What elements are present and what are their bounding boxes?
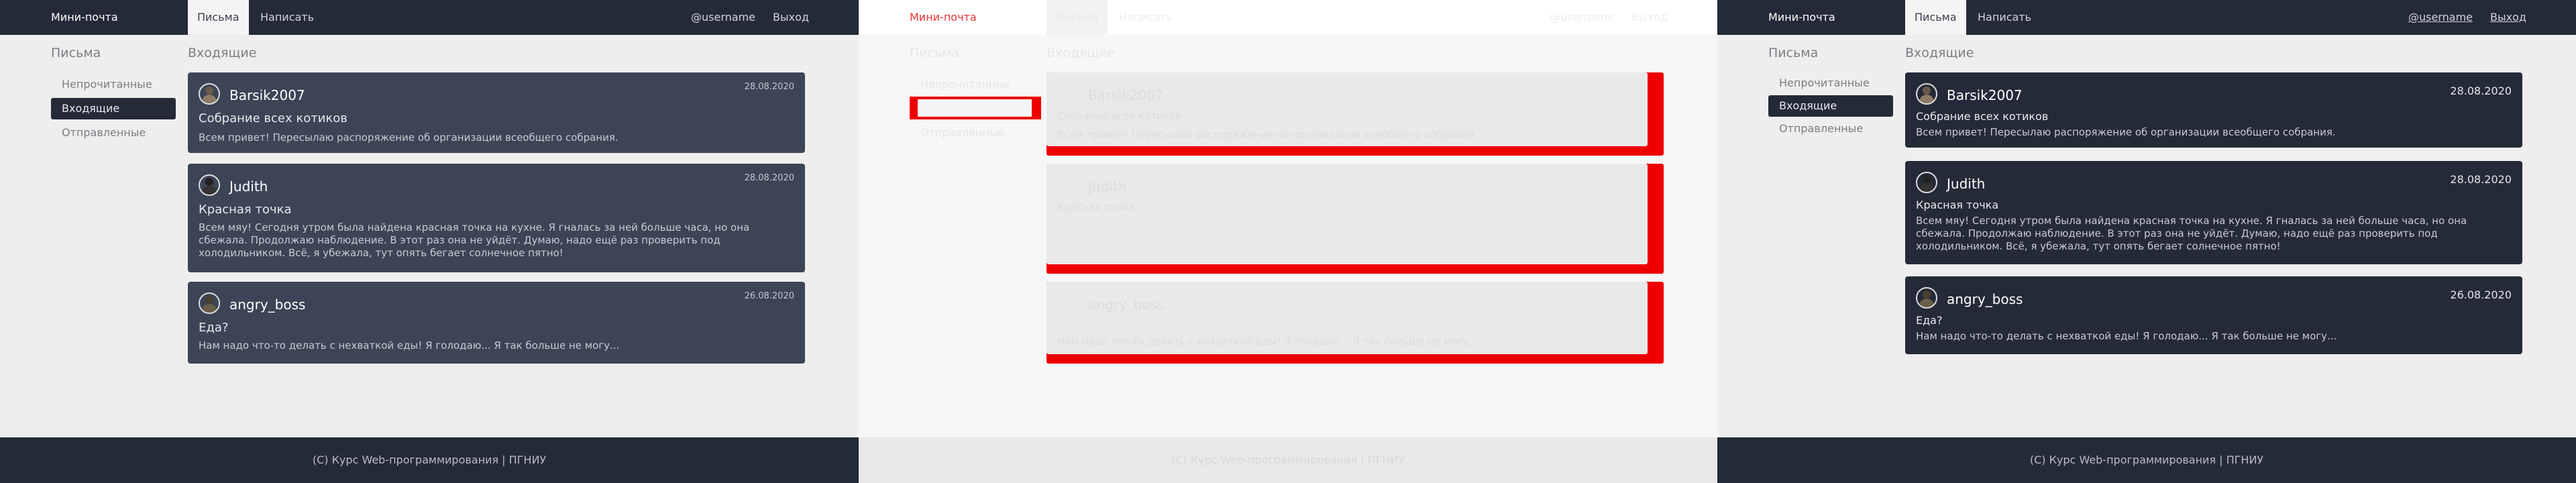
message-card[interactable]: Barsik2007 28.08.2020 Собрание всех коти… <box>1905 72 2522 148</box>
logout-link[interactable]: Выход <box>1622 0 1677 35</box>
avatar <box>1916 287 1937 309</box>
brand-logo[interactable]: Мини-почта <box>51 11 118 23</box>
sidebar-item-unread[interactable]: Непрочитанные <box>1768 72 1893 94</box>
brand-logo[interactable]: Мини-почта <box>1768 11 1835 23</box>
tab-compose[interactable]: Написать <box>1110 0 1182 35</box>
message-sender: Judith <box>1088 178 1127 195</box>
message-preview: Всем привет! Пересылаю распоряжение об о… <box>1057 129 1477 141</box>
username-link[interactable]: @username <box>1540 0 1623 35</box>
footer-text: (С) Курс Web-программирования | ПГНИУ <box>1171 453 1405 466</box>
page-title: Входящие <box>1046 46 1116 60</box>
message-preview: Нам надо что-то делать с нехваткой еды! … <box>199 339 620 352</box>
sidebar-item-inbox[interactable]: Входящие <box>51 98 176 119</box>
message-preview: Всем привет! Пересылаю распоряжение об о… <box>1916 126 2336 138</box>
sidebar-title: Письма <box>1768 46 1819 60</box>
avatar <box>1916 172 1937 193</box>
sidebar-item-sent[interactable]: Отправленные <box>910 122 1034 144</box>
tab-letters[interactable]: Письма <box>1046 0 1108 35</box>
message-card[interactable]: angry_boss 26.08.2020 Еда? Нам надо что-… <box>188 282 805 364</box>
brand-logo[interactable]: Мини-почта <box>910 11 977 23</box>
message-sender: Judith <box>1947 176 1986 192</box>
diff-highlight-card: angry_boss Нам надо что-то делать с нехв… <box>1046 282 1664 364</box>
message-subject: Собрание всех котиков <box>199 111 347 125</box>
message-sender: angry_boss <box>1947 291 2023 307</box>
sidebar-title: Письма <box>51 46 101 60</box>
diff-highlight-card: Judith Красная точка <box>1046 164 1664 274</box>
top-navbar: Мини-почта Письма Написать @username Вых… <box>0 0 859 35</box>
tab-compose[interactable]: Написать <box>251 0 323 35</box>
screen-rendered: Мини-почта Письма Написать @username Вых… <box>1717 0 2576 483</box>
sidebar-item-unread[interactable]: Непрочитанные <box>910 74 1034 95</box>
diff-highlight-card: Barsik2007 Собрание всех котиков Всем пр… <box>1046 72 1664 156</box>
message-sender: Barsik2007 <box>1088 87 1164 103</box>
message-sender: angry_boss <box>1088 297 1165 313</box>
message-date: 28.08.2020 <box>744 82 794 92</box>
message-subject: Еда? <box>1916 314 1943 327</box>
message-subject: Собрание всех котиков <box>1057 110 1181 122</box>
screen-diff: Мини-почта Письма Написать @username Вых… <box>859 0 1717 483</box>
sidebar-item-sent[interactable]: Отправленные <box>51 122 176 144</box>
message-date: 26.08.2020 <box>2450 288 2512 301</box>
footer-text: (С) Курс Web-программирования | ПГНИУ <box>312 453 547 466</box>
message-preview: Нам надо что-то делать с нехваткой еды! … <box>1057 335 1479 347</box>
sidebar-item-inbox[interactable]: Входящие <box>1768 95 1893 117</box>
avatar <box>199 174 220 196</box>
message-preview: Нам надо что-то делать с нехваткой еды! … <box>1916 330 2337 342</box>
message-subject: Красная точка <box>199 203 292 217</box>
message-date: 28.08.2020 <box>2450 173 2512 186</box>
message-sender: Judith <box>229 178 268 195</box>
avatar <box>1916 83 1937 105</box>
message-sender: Barsik2007 <box>1947 87 2023 103</box>
avatar <box>199 83 220 105</box>
avatar <box>199 292 220 314</box>
footer: (С) Курс Web-программирования | ПГНИУ <box>0 437 859 483</box>
message-preview: Всем мяу! Сегодня утром была найдена кра… <box>1916 215 2467 252</box>
top-navbar: Мини-почта Письма Написать @username Вых… <box>1717 0 2576 35</box>
tab-letters[interactable]: Письма <box>188 0 249 35</box>
footer: (С) Курс Web-программирования | ПГНИУ <box>1717 437 2576 483</box>
sidebar-item-sent[interactable]: Отправленные <box>1768 118 1893 140</box>
page-title: Входящие <box>1905 46 1974 60</box>
message-subject: Красная точка <box>1057 201 1135 213</box>
footer: (С) Курс Web-программирования | ПГНИУ <box>859 437 1717 483</box>
sidebar-item-unread[interactable]: Непрочитанные <box>51 74 176 95</box>
message-sender: Barsik2007 <box>229 87 305 103</box>
message-preview: Всем привет! Пересылаю распоряжение об о… <box>199 131 619 144</box>
message-subject: Собрание всех котиков <box>1916 110 2049 123</box>
username-link[interactable]: @username <box>2399 0 2482 35</box>
logout-link[interactable]: Выход <box>2481 0 2536 35</box>
message-date: 26.08.2020 <box>744 291 794 301</box>
screen-original: Мини-почта Письма Написать @username Вых… <box>0 0 859 483</box>
page-title: Входящие <box>188 46 257 60</box>
username-link[interactable]: @username <box>682 0 765 35</box>
message-card[interactable]: Barsik2007 28.08.2020 Собрание всех коти… <box>188 72 805 153</box>
footer-text: (С) Курс Web-программирования | ПГНИУ <box>2029 453 2264 466</box>
diff-highlight-sidebar <box>910 97 1041 119</box>
tab-letters[interactable]: Письма <box>1905 0 1966 35</box>
message-date: 28.08.2020 <box>2450 85 2512 97</box>
message-card[interactable]: angry_boss 26.08.2020 Еда? Нам надо что-… <box>1905 276 2522 354</box>
sidebar-title: Письма <box>910 46 960 60</box>
message-card[interactable]: Judith 28.08.2020 Красная точка Всем мяу… <box>1905 161 2522 264</box>
message-subject: Красная точка <box>1916 199 1999 211</box>
logout-link[interactable]: Выход <box>763 0 818 35</box>
top-navbar: Мини-почта Письма Написать @username Вых… <box>859 0 1717 35</box>
tab-compose[interactable]: Написать <box>1968 0 2041 35</box>
message-sender: angry_boss <box>229 297 306 313</box>
message-card[interactable]: Judith 28.08.2020 Красная точка Всем мяу… <box>188 164 805 272</box>
message-preview: Всем мяу! Сегодня утром была найдена кра… <box>199 221 750 259</box>
message-date: 28.08.2020 <box>744 173 794 183</box>
message-subject: Еда? <box>199 321 229 335</box>
